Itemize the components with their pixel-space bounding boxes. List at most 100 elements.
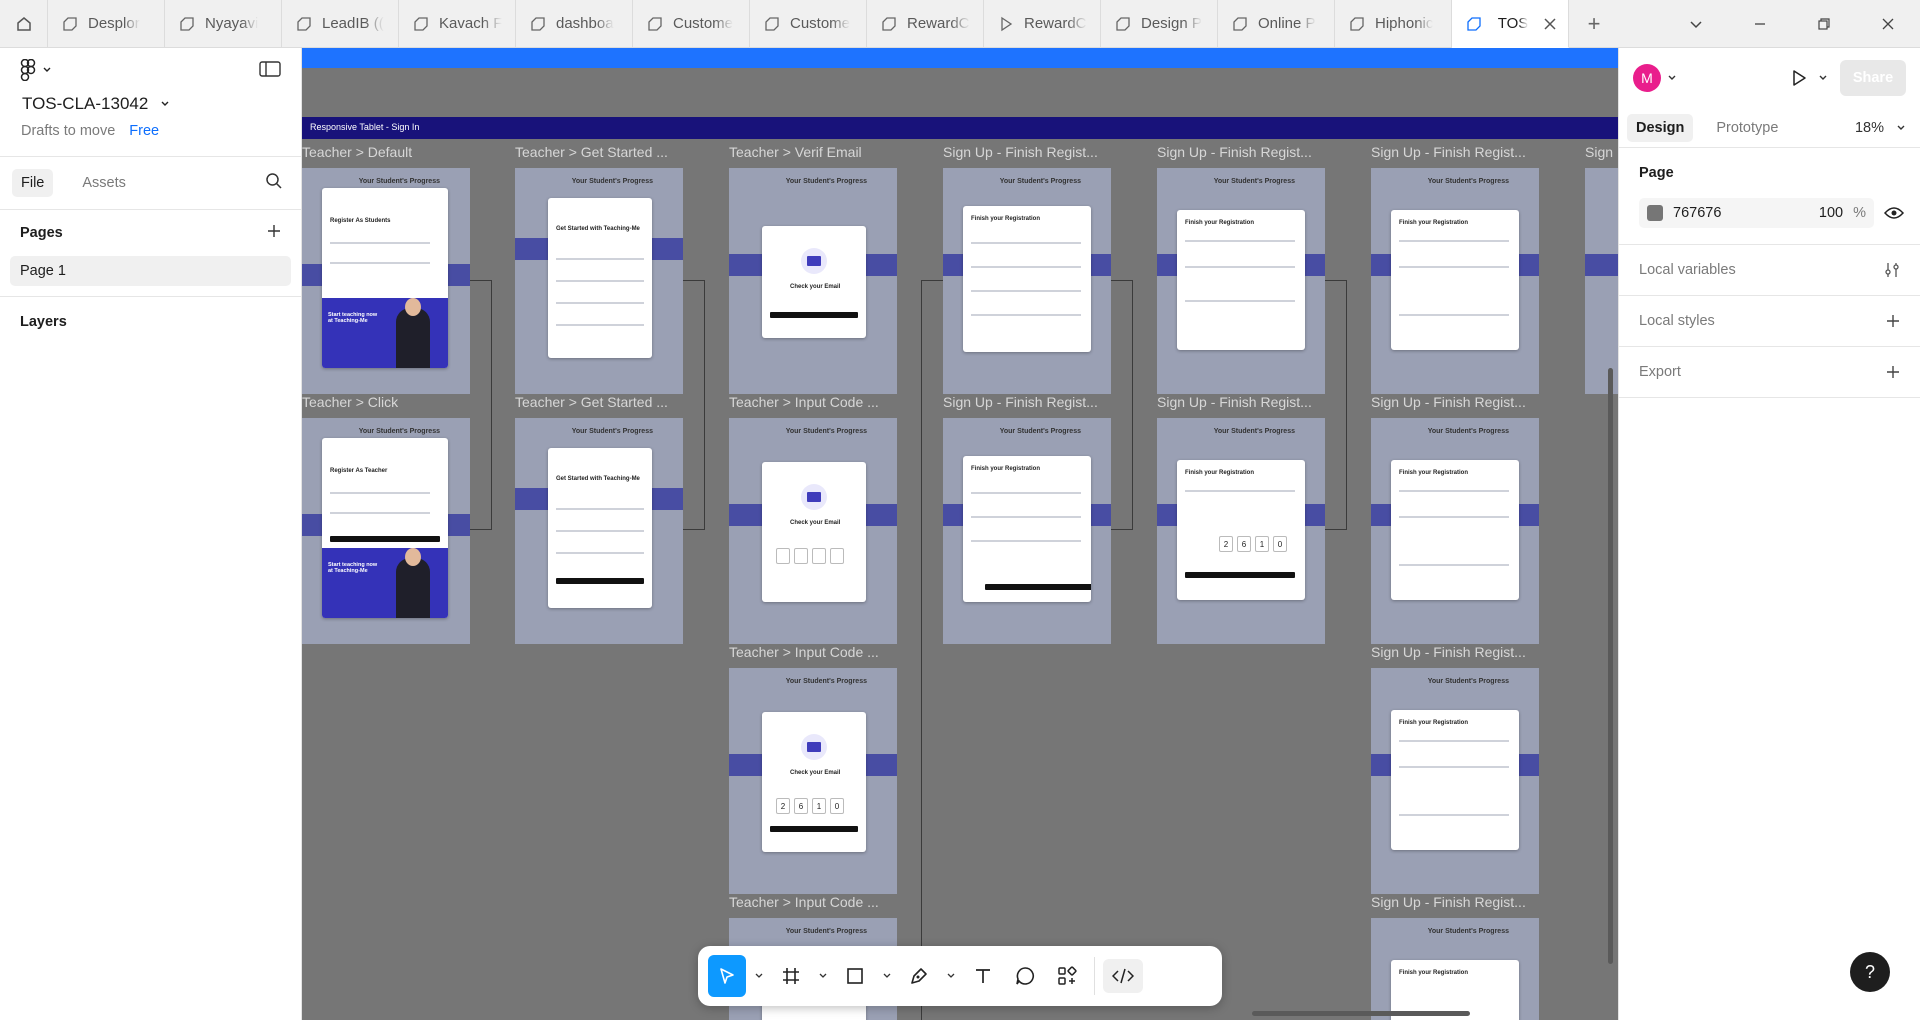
frame-thumbnail[interactable]: Your Student's Progress Get Started with… [515,168,683,394]
frame-label[interactable]: Sign Up - Finish Regist... [943,394,1113,410]
chevron-down-icon[interactable] [1818,73,1828,83]
frame-thumbnail[interactable]: Your Student's Progress Finish your Regi… [1371,168,1539,394]
frame-label[interactable]: Sign Up - Finish Regist... [1157,144,1327,160]
frame-thumbnail[interactable]: Your Student's Progress Finish your Regi… [943,418,1111,644]
tab-file[interactable]: Online P [1218,0,1335,47]
frame-thumbnail[interactable]: Your Student's Progress Finish your Regi… [1371,918,1539,1020]
actions-tool-button[interactable] [1048,955,1086,997]
pen-tool-menu[interactable] [942,955,960,997]
dev-mode-toggle[interactable] [1103,959,1143,993]
main-menu-button[interactable] [20,59,52,81]
move-tool-button[interactable] [708,955,746,997]
pen-icon [911,968,927,984]
minimize-button[interactable] [1728,0,1792,47]
plus-icon[interactable] [1886,314,1900,328]
design-canvas[interactable]: Responsive Tablet - Sign In Teacher > De… [302,48,1618,1020]
frame-label[interactable]: Sign Up - Finish Regist... [1157,394,1327,410]
frame-label[interactable]: Sign [1585,144,1615,160]
local-variables-heading[interactable]: Local variables [1639,262,1736,278]
frame-thumbnail[interactable]: Your Student's Progress Check your Email [729,168,897,394]
horizontal-scrollbar[interactable] [1252,1011,1470,1016]
tab-file-active[interactable]: TOS [1452,0,1569,48]
variables-settings-icon[interactable] [1884,262,1900,278]
pen-tool-button[interactable] [900,955,938,997]
frame-label[interactable]: Teacher > Verif Email [729,144,899,160]
frame-thumbnail[interactable]: Your Student's Progress Finish your Regi… [1371,668,1539,894]
tab-list-button[interactable] [1664,0,1728,47]
tab-prototype[interactable]: RewardC [984,0,1101,47]
tab-file[interactable]: Hiphonic [1335,0,1452,47]
section-title[interactable]: Responsive Tablet - Sign In [302,117,1618,139]
close-window-button[interactable] [1856,0,1920,47]
restore-button[interactable] [1792,0,1856,47]
plus-icon[interactable] [1886,365,1900,379]
close-icon[interactable] [1544,17,1556,30]
frame-label[interactable]: Teacher > Click [302,394,472,410]
eye-icon[interactable] [1884,206,1904,220]
frame-label[interactable]: Teacher > Default [302,144,472,160]
plan-badge[interactable]: Free [129,123,159,139]
tab-file[interactable]: Kavach F [399,0,516,47]
tab-file[interactable]: Design P [1101,0,1218,47]
tab-file[interactable]: Nyayavi [165,0,282,47]
frame-label[interactable]: Sign Up - Finish Regist... [1371,644,1541,660]
frame-thumbnail[interactable]: Your Student's Progress Finish your Regi… [1371,418,1539,644]
shape-tool-button[interactable] [836,955,874,997]
zoom-menu[interactable]: 18% [1855,120,1912,136]
share-button[interactable]: Share [1840,60,1906,96]
text-tool-button[interactable] [964,955,1002,997]
vertical-scrollbar[interactable] [1608,368,1613,964]
frame-thumbnail[interactable]: Your Student's Progress Get Started with… [515,418,683,644]
avatar[interactable]: M [1633,64,1661,92]
tab-file-panel[interactable]: File [12,169,54,197]
tab-prototype[interactable]: Prototype [1707,114,1787,142]
page-item[interactable]: Page 1 [10,256,291,286]
color-swatch[interactable] [1647,205,1663,221]
chevron-down-icon[interactable] [1667,73,1677,83]
frame-thumbnail[interactable]: Your Student's Progress Finish your Regi… [943,168,1111,394]
frame-label[interactable]: Teacher > Input Code ... [729,394,899,410]
frame-label[interactable]: Sign Up - Finish Regist... [1371,394,1541,410]
file-location[interactable]: Drafts to move [21,123,115,139]
add-page-button[interactable] [267,224,281,242]
tab-file[interactable]: dashboa [516,0,633,47]
tab-file[interactable]: Custome [633,0,750,47]
frame-strip [302,48,1618,68]
toggle-sidebar-button[interactable] [259,60,281,81]
frame-label[interactable]: Teacher > Input Code ... [729,644,899,660]
frame-thumbnail[interactable]: Your Student's Progress Register As Stud… [302,168,470,394]
file-name-menu[interactable]: TOS-CLA-13042 [0,92,301,116]
tab-design[interactable]: Design [1627,113,1694,142]
frame-label[interactable]: Teacher > Get Started ... [515,394,685,410]
tab-file[interactable]: Custome [750,0,867,47]
frame-label[interactable]: Sign Up - Finish Regist... [943,144,1113,160]
frame-thumbnail[interactable]: Your Student's Progress Check your Email… [729,668,897,894]
tab-file[interactable]: RewardC [867,0,984,47]
frame-tool-menu[interactable] [814,955,832,997]
tab-file[interactable]: Desplor [48,0,165,47]
frame-thumbnail[interactable]: Your Student's Progress Finish your Regi… [1157,168,1325,394]
background-opacity[interactable]: 100 [1819,205,1843,221]
tab-file[interactable]: LeadIB (( [282,0,399,47]
help-button[interactable]: ? [1850,952,1890,992]
frame-thumbnail[interactable]: Your Student's Progress Register As Teac… [302,418,470,644]
search-layers-button[interactable] [265,172,289,194]
frame-thumbnail[interactable]: Your Student's Progress Check your Email [729,418,897,644]
tab-assets-panel[interactable]: Assets [73,169,135,197]
frame-label[interactable]: Sign Up - Finish Regist... [1371,894,1541,910]
frame-label[interactable]: Teacher > Get Started ... [515,144,685,160]
frame-tool-button[interactable] [772,955,810,997]
frame-label[interactable]: Teacher > Input Code ... [729,894,899,910]
page-background-field[interactable]: 767676 100 % [1639,198,1874,228]
background-hex[interactable]: 767676 [1673,205,1809,221]
comment-tool-button[interactable] [1006,955,1044,997]
frame-thumbnail[interactable]: Your Student's Progress Finish your Regi… [1157,418,1325,644]
home-tab[interactable] [0,0,48,47]
frame-header-text: Your Student's Progress [785,678,867,685]
play-icon[interactable] [1790,69,1808,87]
frame-label[interactable]: Sign Up - Finish Regist... [1371,144,1541,160]
new-tab-button[interactable]: + [1569,0,1619,47]
shape-tool-menu[interactable] [878,955,896,997]
frame-thumbnail[interactable] [1585,168,1618,394]
move-tool-menu[interactable] [750,955,768,997]
